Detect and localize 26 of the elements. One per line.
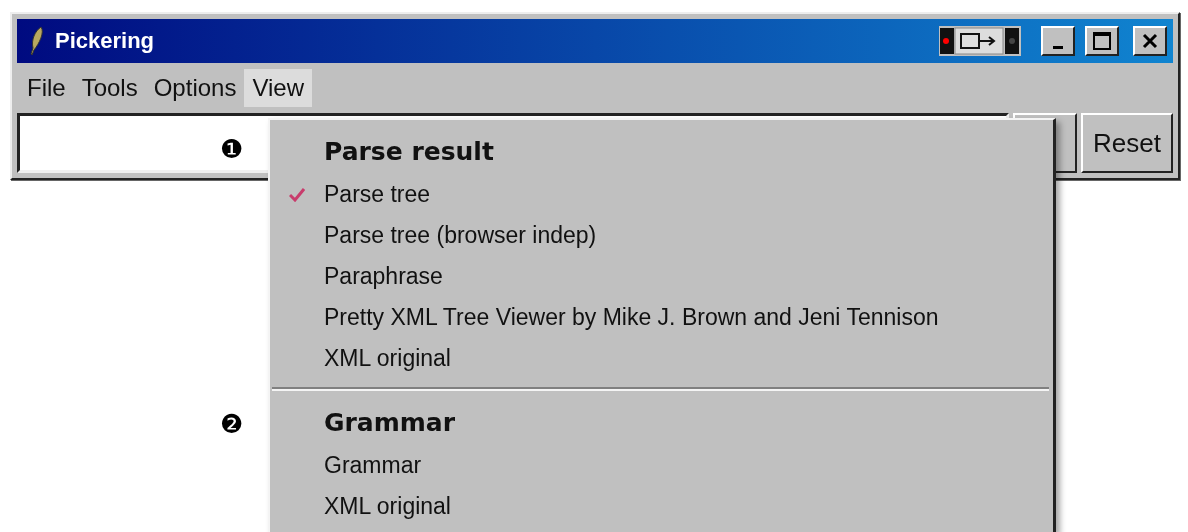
menu-option[interactable]: XML original xyxy=(324,345,451,372)
checkmark-icon xyxy=(289,187,305,202)
menu-option[interactable]: Grammar xyxy=(324,452,422,479)
window-title: Pickering xyxy=(55,28,156,54)
menu-option[interactable]: XML original xyxy=(324,493,451,520)
feather-icon xyxy=(29,26,45,56)
callout-number: ❶ xyxy=(220,136,244,162)
minimize-button[interactable] xyxy=(1041,26,1075,56)
menu-section-header: Parse result xyxy=(324,136,494,166)
maximize-icon xyxy=(1093,32,1111,50)
maximize-button[interactable] xyxy=(1085,26,1119,56)
close-icon xyxy=(1142,33,1158,49)
menu-item[interactable]: Options xyxy=(145,69,245,107)
reset-button[interactable]: Reset xyxy=(1081,113,1173,173)
callout-number: ❷ xyxy=(220,411,244,437)
menu-item[interactable]: Tools xyxy=(73,69,146,107)
menu-option[interactable]: Parse tree xyxy=(324,181,431,208)
menu-option[interactable]: Parse tree (browser indep) xyxy=(324,222,597,249)
menu-option[interactable]: Paraphrase xyxy=(324,263,443,290)
close-button[interactable] xyxy=(1133,26,1167,56)
menu-item[interactable]: View xyxy=(244,69,312,107)
menu-option[interactable]: Pretty XML Tree Viewer by Mike J. Brown and Jeni Tennison xyxy=(324,304,939,331)
minimize-icon xyxy=(1053,45,1063,49)
menu-item[interactable]: File xyxy=(19,69,74,107)
menu-section-header: Grammar xyxy=(324,407,456,437)
toggle-button[interactable] xyxy=(939,26,1021,56)
